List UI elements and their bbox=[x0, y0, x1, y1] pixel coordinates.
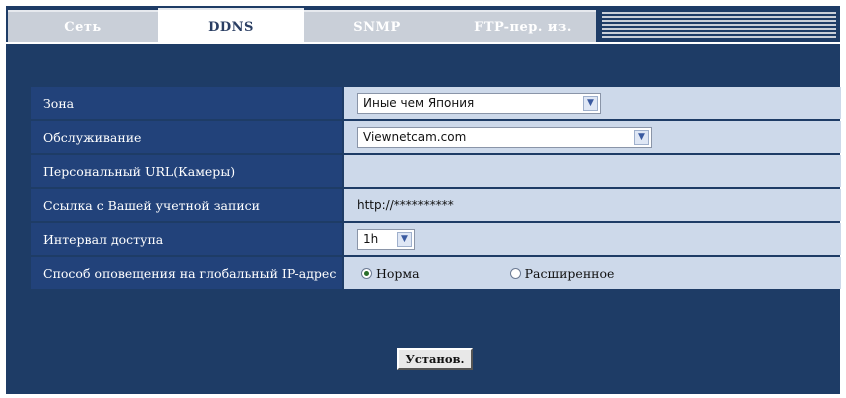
row-notify-method: Способ оповещения на глобальный IP-адрес… bbox=[31, 257, 841, 289]
account-link-value: http://********** bbox=[357, 198, 454, 212]
row-zone: Зона Иные чем Япония ▼ bbox=[31, 87, 841, 119]
service-select[interactable]: Viewnetcam.com ▼ bbox=[357, 126, 652, 148]
chevron-down-icon[interactable]: ▼ bbox=[583, 95, 598, 111]
access-interval-label: Интервал доступа bbox=[31, 223, 342, 255]
chevron-down-icon[interactable]: ▼ bbox=[397, 231, 412, 247]
tab-bar-decoration bbox=[602, 12, 836, 42]
tab-ftp-transfer[interactable]: FTP-пер. из. bbox=[450, 10, 596, 42]
service-cell: Viewnetcam.com ▼ bbox=[344, 121, 841, 153]
set-button[interactable]: Установ. bbox=[397, 348, 473, 370]
notify-extended-label: Расширенное bbox=[524, 265, 615, 281]
row-personal-url: Персональный URL(Камеры) bbox=[31, 155, 841, 187]
zone-select[interactable]: Иные чем Япония ▼ bbox=[357, 92, 601, 114]
access-interval-cell: 1h ▼ bbox=[344, 223, 841, 255]
notify-normal-label: Норма bbox=[376, 265, 420, 281]
zone-cell: Иные чем Япония ▼ bbox=[344, 87, 841, 119]
notify-normal-radio[interactable]: Норма bbox=[361, 266, 420, 281]
tab-ddns-label: DDNS bbox=[208, 19, 254, 35]
service-label: Обслуживание bbox=[31, 121, 342, 153]
row-service: Обслуживание Viewnetcam.com ▼ bbox=[31, 121, 841, 153]
tab-snmp-label: SNMP bbox=[353, 19, 401, 35]
notify-extended-radio[interactable]: Расширенное bbox=[509, 265, 615, 281]
ddns-settings-panel: Сеть DDNS SNMP FTP-пер. из. Зона Иные че… bbox=[6, 6, 841, 394]
personal-url-label: Персональный URL(Камеры) bbox=[31, 155, 342, 187]
row-access-interval: Интервал доступа 1h ▼ bbox=[31, 223, 841, 255]
row-account-link: Ссылка с Вашей учетной записи http://***… bbox=[31, 189, 841, 221]
tab-network[interactable]: Сеть bbox=[8, 10, 158, 42]
radio-unselected-icon[interactable] bbox=[509, 267, 521, 279]
access-interval-value: 1h bbox=[363, 232, 379, 246]
notify-method-cell: Норма Расширенное bbox=[344, 257, 841, 289]
zone-label: Зона bbox=[31, 87, 342, 119]
tab-network-label: Сеть bbox=[64, 19, 102, 35]
access-interval-select[interactable]: 1h ▼ bbox=[357, 228, 415, 250]
chevron-down-icon[interactable]: ▼ bbox=[634, 129, 649, 145]
notify-method-label: Способ оповещения на глобальный IP-адрес bbox=[31, 257, 342, 289]
radio-selected-icon[interactable] bbox=[361, 267, 372, 279]
tab-underline bbox=[6, 42, 840, 44]
account-link-label: Ссылка с Вашей учетной записи bbox=[31, 189, 342, 221]
tab-bar: Сеть DDNS SNMP FTP-пер. из. bbox=[6, 6, 840, 44]
tab-ddns[interactable]: DDNS bbox=[158, 8, 304, 44]
personal-url-cell bbox=[344, 155, 841, 187]
account-link-cell: http://********** bbox=[344, 189, 841, 221]
tab-snmp[interactable]: SNMP bbox=[304, 10, 450, 42]
service-select-value: Viewnetcam.com bbox=[363, 130, 467, 144]
tab-ftp-label: FTP-пер. из. bbox=[474, 19, 572, 35]
zone-select-value: Иные чем Япония bbox=[363, 96, 475, 110]
